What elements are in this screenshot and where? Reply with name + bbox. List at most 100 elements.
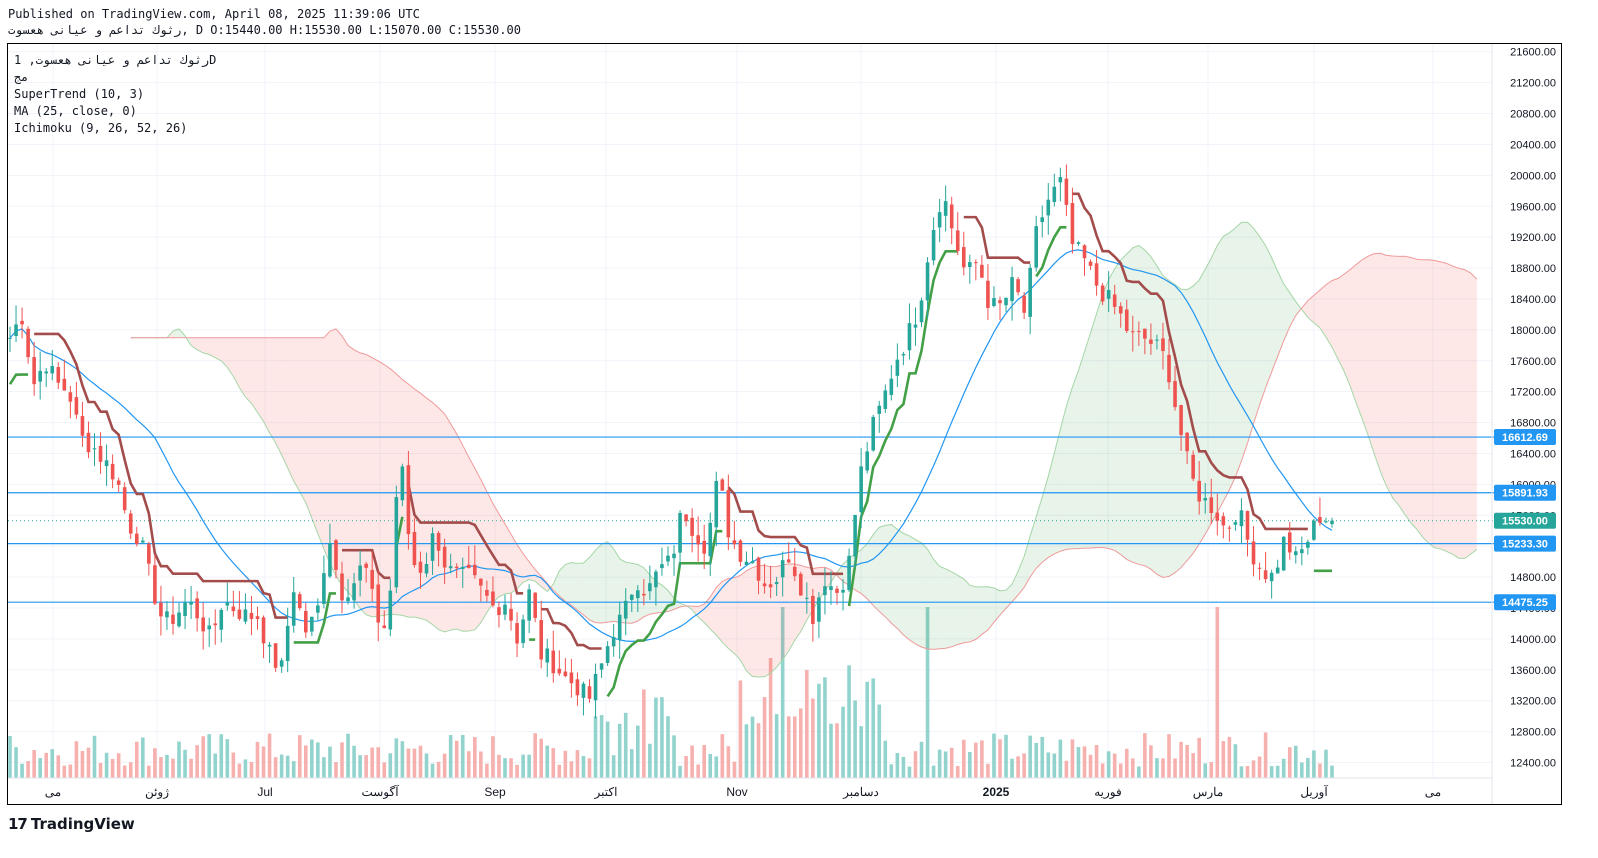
candle [581, 681, 586, 716]
candle [74, 381, 79, 419]
cloud-segment [1392, 255, 1399, 505]
candle-body [974, 262, 978, 264]
legend-supertrend[interactable]: SuperTrend (10, 3) [14, 86, 216, 103]
cloud-segment [873, 527, 880, 612]
candle-body [1203, 498, 1208, 501]
volume-bar [104, 752, 109, 778]
cloud-segment [1422, 259, 1429, 544]
candle-body [388, 590, 393, 630]
candle [32, 341, 36, 396]
candle [1028, 264, 1032, 335]
candle-body [177, 612, 181, 627]
candle [1312, 518, 1316, 541]
candle [998, 296, 1002, 321]
legend-ma[interactable]: MA (25, close, 0) [14, 103, 216, 120]
time-tick-label: ﻣﺎﺭﺱ [1193, 785, 1224, 799]
price-tick-label: 13200.00 [1510, 696, 1556, 708]
candle-body [1257, 567, 1262, 569]
volume-bar [1203, 763, 1208, 778]
candle-body [1275, 567, 1280, 574]
candle [201, 602, 205, 650]
time-axis: ﻣﻰ ﮊﻭﺋﻦ Jul ﺁﮔﻮﺳﺖ Sep ﺍﻛﺘﺒﺮ Nov ﺩﺳﺎﻣﺒﺮ 2025 ﻓﻮﺭﻳﻪ… [45, 784, 1441, 799]
volume-bar [316, 742, 320, 778]
cloud-segment [414, 388, 421, 619]
volume-bar [376, 747, 381, 778]
cloud-segment [1464, 269, 1471, 559]
volume-bar [1197, 737, 1201, 778]
volume-bar [352, 745, 356, 778]
volume-bar [551, 748, 556, 778]
candle-body [1010, 277, 1014, 302]
volume-bar [50, 749, 55, 778]
candle-body [340, 573, 344, 601]
candle [587, 679, 592, 703]
legend-ichimoku[interactable]: Ichimoku (9, 26, 52, 26) [14, 120, 216, 137]
tradingview-brand[interactable]: 17 TradingView [8, 815, 135, 833]
cloud-segment [1410, 257, 1417, 529]
candle [1010, 266, 1014, 321]
volume-bar [1161, 758, 1165, 778]
cloud-segment [885, 524, 892, 624]
legend-symbol[interactable]: ﺭﺛﻮﻙ ﺗﺪﺍﻋﻢ ﻭ ﻋﻴﺎﻧﻰ ﻫﻌﺴﻮﺕ, 1D [14, 52, 216, 69]
volume-bar [521, 754, 525, 778]
candle [847, 548, 851, 592]
candle-body [201, 617, 205, 632]
candle-body [1173, 381, 1177, 408]
cloud-segment [643, 567, 650, 617]
candle [1034, 215, 1039, 272]
price-tick-label: 18000.00 [1510, 325, 1556, 337]
candlestick-chart[interactable]: 12400.00 12800.00 13200.00 13600.00 14000.00… [0, 0, 1598, 858]
candle [750, 547, 755, 564]
volume-bar [231, 752, 236, 778]
volume-bar [207, 734, 212, 778]
volume-bar [1281, 758, 1286, 778]
candle-body [86, 432, 91, 453]
price-tick-label: 20400.00 [1510, 139, 1556, 151]
candle-body [702, 540, 707, 554]
time-tick-label: ﻣﻰ [1425, 785, 1441, 799]
candle-body [1040, 217, 1045, 223]
price-tick-label: 20800.00 [1510, 109, 1556, 121]
candle-body [756, 557, 761, 581]
volume-bar [20, 763, 24, 778]
volume-bar [1330, 765, 1334, 778]
cloud-segment [263, 337, 270, 433]
cloud-segment [969, 585, 976, 642]
candle-body [1293, 551, 1298, 556]
candle-body [811, 596, 815, 624]
cloud-segment [1380, 253, 1387, 486]
candle-body [358, 565, 362, 581]
cloud-segment [963, 578, 970, 643]
volume-bar [479, 751, 483, 778]
candle-body [1016, 279, 1020, 293]
candle-body [1143, 328, 1147, 339]
candle [968, 254, 972, 284]
cloud-segment [323, 331, 330, 564]
volume-bar [141, 737, 145, 778]
candle [1016, 276, 1020, 296]
candle-body [406, 465, 411, 535]
volume-bar [358, 755, 362, 778]
volume-bar [847, 665, 851, 778]
volume-bar [1233, 744, 1238, 778]
cloud-segment [1386, 255, 1393, 498]
candle-body [961, 247, 966, 268]
cloud-segment [1374, 253, 1381, 472]
cloud-segment [879, 525, 886, 617]
volume-bar [877, 704, 882, 778]
cloud-segment [601, 541, 608, 624]
candle-body [1281, 536, 1286, 571]
volume-bar [255, 741, 260, 778]
volume-bar [678, 765, 682, 778]
volume-bar [774, 714, 779, 778]
price-axis: 12400.00 12800.00 13200.00 13600.00 14000.00… [1510, 47, 1556, 770]
candle [26, 326, 30, 364]
candle-body [291, 592, 296, 626]
volume-bar [328, 746, 332, 778]
candle [116, 477, 121, 493]
volume-bar [1094, 745, 1099, 778]
candle-body [1112, 294, 1117, 307]
cloud-segment [921, 542, 928, 649]
volume-bar [648, 743, 652, 778]
candle [738, 539, 743, 567]
